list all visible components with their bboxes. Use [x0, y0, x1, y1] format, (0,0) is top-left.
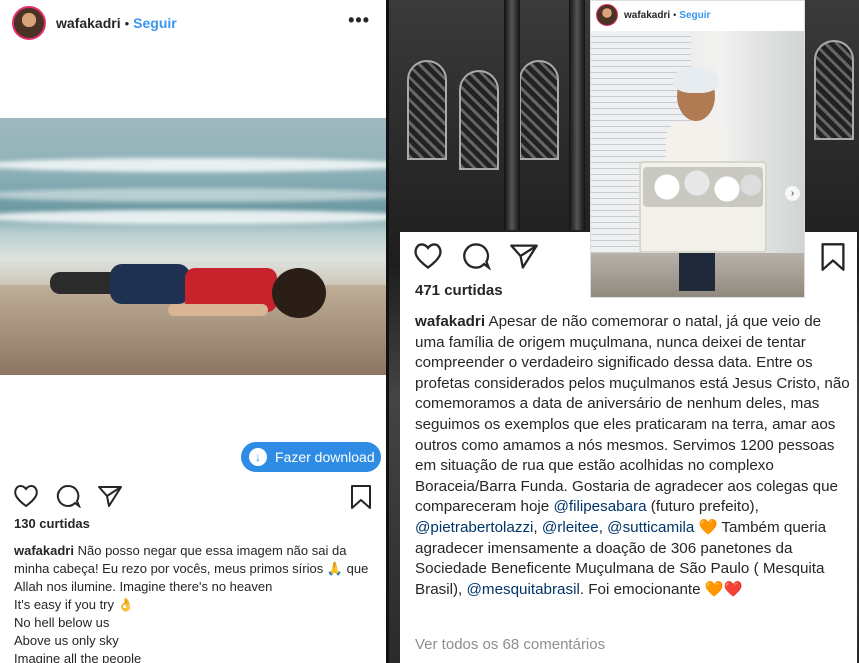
action-bar [13, 484, 139, 508]
download-icon: ↓ [249, 448, 267, 466]
window-shape [519, 60, 559, 160]
figure-shape [272, 268, 326, 318]
post-header: wafakadri • Seguir ••• [0, 0, 386, 46]
post-header: wafakadri • Seguir [591, 1, 804, 29]
likes-count[interactable]: 130 curtidas [14, 516, 90, 531]
view-comments-link[interactable]: Ver todos os 68 comentários [415, 636, 605, 653]
action-bar [413, 242, 557, 270]
caption-text: Apesar de não comemorar o natal, já que … [415, 313, 850, 516]
mention-link[interactable]: @filipesabara [553, 498, 646, 515]
window-shape [814, 40, 854, 140]
separator-dot: • [673, 10, 677, 20]
post-photo[interactable]: › [591, 31, 804, 297]
separator-dot: • [124, 15, 130, 31]
caption-line: Imagine all the people [14, 651, 142, 663]
next-arrow-icon[interactable]: › [785, 186, 800, 201]
mention-link[interactable]: @sutticamila [607, 519, 694, 536]
inset-instagram-post: wafakadri • Seguir › [590, 0, 805, 298]
mention-link[interactable]: @pietrabertolazzi [415, 519, 533, 536]
bookmark-icon[interactable] [350, 484, 372, 510]
caption-line: wafakadri Não posso negar que essa image… [14, 542, 374, 596]
wave-shape [0, 188, 386, 202]
caption-line: Above us only sky [14, 633, 119, 648]
figure-shape [110, 264, 190, 304]
figure-shape [168, 304, 268, 316]
pillar-shape [504, 0, 520, 230]
more-options-icon[interactable]: ••• [348, 10, 370, 31]
hairnet-shape [673, 67, 719, 93]
follow-button[interactable]: Seguir [679, 10, 710, 21]
caption-username[interactable]: wafakadri [415, 313, 485, 330]
heart-icon[interactable] [413, 242, 443, 270]
share-icon[interactable] [97, 484, 123, 508]
caption-separator: , [598, 518, 603, 536]
caption-text: (futuro prefeito), [650, 498, 759, 516]
mention-link[interactable]: @rleitee [542, 519, 599, 536]
caption-separator: , [533, 518, 538, 536]
caption-text: . Foi emocionante 🧡❤️ [579, 580, 743, 598]
avatar[interactable] [12, 6, 46, 40]
caption-line: It's easy if you try 👌 [14, 597, 134, 612]
pillar-shape [569, 0, 585, 230]
heart-icon[interactable] [13, 484, 39, 508]
caption: wafakadri Não posso negar que essa image… [14, 542, 374, 663]
wave-shape [0, 210, 386, 224]
likes-count[interactable]: 471 curtidas [415, 282, 503, 299]
left-instagram-post: wafakadri • Seguir ••• ↓ Fazer download … [0, 0, 386, 663]
follow-button[interactable]: Seguir [133, 15, 177, 31]
window-shape [459, 70, 499, 170]
caption-line: No hell below us [14, 615, 110, 630]
username[interactable]: wafakadri [56, 15, 121, 31]
avatar[interactable] [596, 4, 618, 26]
bags-shape [643, 167, 763, 207]
caption: wafakadri Apesar de não comemorar o nata… [415, 312, 850, 600]
username[interactable]: wafakadri [624, 10, 670, 21]
download-label: Fazer download [275, 449, 375, 465]
wave-shape [0, 158, 386, 172]
caption-username[interactable]: wafakadri [14, 543, 74, 558]
mention-link[interactable]: @mesquitabrasil [467, 581, 580, 598]
comment-icon[interactable] [55, 484, 81, 508]
share-icon[interactable] [509, 242, 539, 270]
comment-icon[interactable] [461, 242, 491, 270]
window-shape [407, 60, 447, 160]
bookmark-icon[interactable] [820, 242, 846, 272]
download-button[interactable]: ↓ Fazer download [241, 442, 381, 472]
post-photo[interactable] [0, 118, 386, 375]
